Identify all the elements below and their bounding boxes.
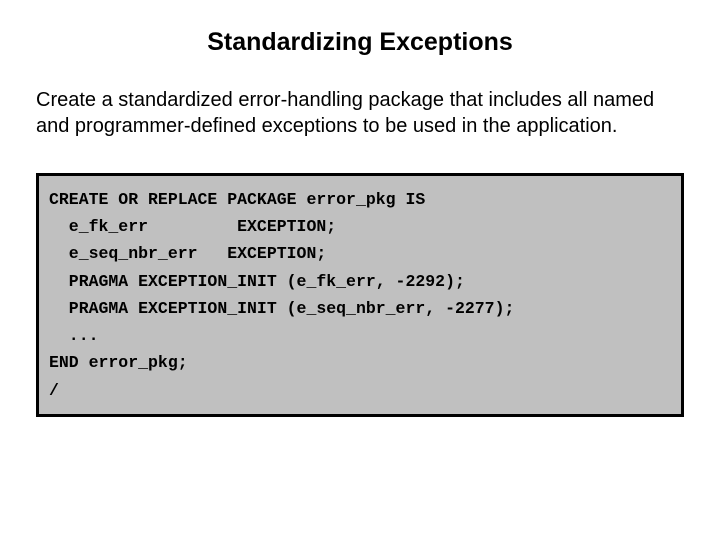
code-line: PRAGMA EXCEPTION_INIT (e_fk_err, -2292); xyxy=(49,272,465,291)
code-line: / xyxy=(49,381,59,400)
slide: Standardizing Exceptions Create a standa… xyxy=(0,0,720,540)
slide-title: Standardizing Exceptions xyxy=(36,28,684,57)
code-line: CREATE OR REPLACE PACKAGE error_pkg IS xyxy=(49,190,425,209)
code-block: CREATE OR REPLACE PACKAGE error_pkg IS e… xyxy=(36,173,684,417)
code-line: ... xyxy=(49,326,99,345)
code-line: e_fk_err EXCEPTION; xyxy=(49,217,336,236)
code-line: PRAGMA EXCEPTION_INIT (e_seq_nbr_err, -2… xyxy=(49,299,514,318)
code-line: END error_pkg; xyxy=(49,353,188,372)
slide-body-text: Create a standardized error-handling pac… xyxy=(36,87,684,139)
code-line: e_seq_nbr_err EXCEPTION; xyxy=(49,244,326,263)
